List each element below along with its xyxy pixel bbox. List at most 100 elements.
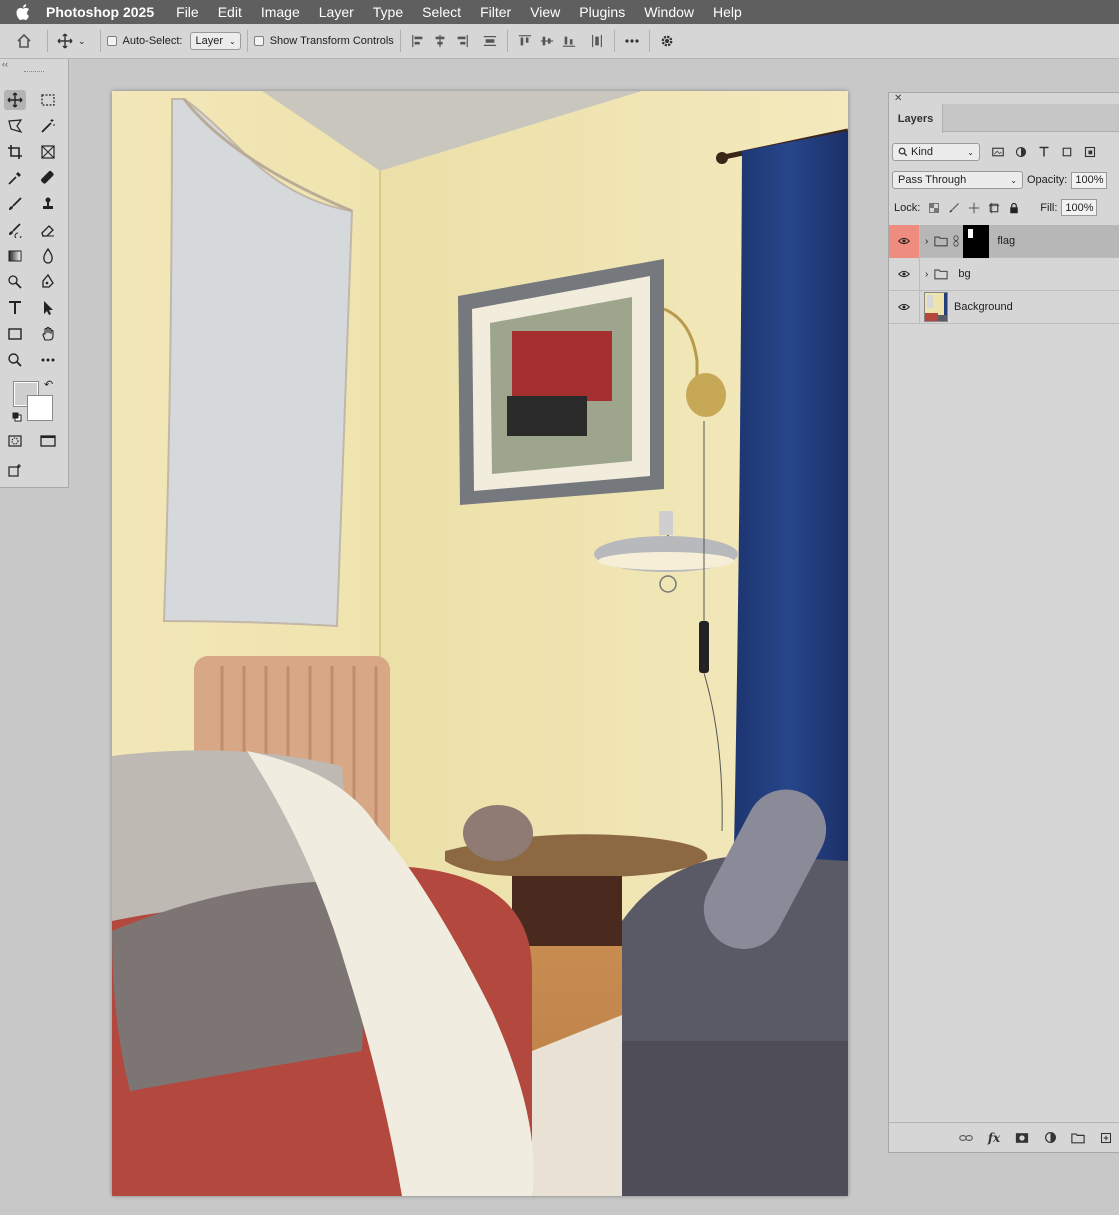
eraser-tool-icon[interactable]: [37, 220, 59, 240]
visibility-eye-icon[interactable]: [889, 257, 920, 291]
layer-filter-row: Kind ⌄: [892, 143, 1096, 161]
filter-adjustment-icon[interactable]: [1015, 146, 1027, 158]
default-colors-icon[interactable]: [12, 411, 22, 425]
clone-stamp-tool-icon[interactable]: [37, 194, 59, 214]
align-right-edges-icon[interactable]: [451, 30, 473, 52]
filter-type-icon[interactable]: [1038, 146, 1050, 158]
divider: [648, 30, 650, 52]
rectangular-marquee-tool-icon[interactable]: [37, 90, 59, 110]
align-left-edges-icon[interactable]: [407, 30, 429, 52]
menu-filter[interactable]: Filter: [480, 4, 511, 20]
panel-drag-handle[interactable]: [0, 69, 68, 75]
brush-tool-icon[interactable]: [4, 194, 26, 214]
swap-colors-icon[interactable]: ↶: [44, 378, 53, 391]
tab-layers[interactable]: Layers: [889, 104, 943, 133]
filter-kind-dropdown[interactable]: Kind ⌄: [892, 143, 980, 161]
expand-chevron-icon[interactable]: ›: [925, 269, 928, 280]
app-name-menu[interactable]: Photoshop 2025: [46, 4, 154, 20]
blur-tool-icon[interactable]: [37, 246, 59, 266]
visibility-eye-icon[interactable]: [889, 224, 920, 258]
menu-help[interactable]: Help: [713, 4, 742, 20]
new-adjustment-layer-icon[interactable]: [1042, 1130, 1058, 1146]
add-mask-icon[interactable]: [1014, 1130, 1030, 1146]
divider: [399, 30, 401, 52]
menu-layer[interactable]: Layer: [319, 4, 354, 20]
eyedropper-tool-icon[interactable]: [4, 168, 26, 188]
crop-tool-icon[interactable]: [4, 142, 26, 162]
fill-input[interactable]: 100%: [1061, 199, 1098, 216]
menu-edit[interactable]: Edit: [218, 4, 242, 20]
menu-view[interactable]: View: [530, 4, 560, 20]
close-panel-icon[interactable]: ✕: [889, 93, 1119, 104]
gear-icon[interactable]: [656, 30, 678, 52]
visibility-eye-icon[interactable]: [889, 290, 920, 324]
menu-select[interactable]: Select: [422, 4, 461, 20]
auto-select-checkbox[interactable]: [106, 36, 117, 46]
move-tool-icon[interactable]: [4, 90, 26, 110]
lasso-tool-icon[interactable]: [4, 116, 26, 136]
distribute-vertical-icon[interactable]: [479, 30, 501, 52]
magic-wand-tool-icon[interactable]: [37, 116, 59, 136]
layer-row-background[interactable]: Background: [889, 290, 1119, 324]
generative-fill-icon[interactable]: [4, 461, 26, 481]
lock-transparent-icon[interactable]: [928, 202, 940, 214]
layers-panel: ✕ Layers Kind ⌄ Pass Through ⌄ Opacity: …: [888, 92, 1119, 1153]
align-top-edges-icon[interactable]: [514, 30, 536, 52]
new-layer-icon[interactable]: [1098, 1130, 1114, 1146]
filter-shape-icon[interactable]: [1061, 146, 1073, 158]
apple-icon[interactable]: [0, 4, 46, 20]
quick-mask-icon[interactable]: [4, 431, 26, 451]
lock-all-icon[interactable]: [1008, 202, 1020, 214]
type-tool-icon[interactable]: [4, 298, 26, 318]
mask-link-icon[interactable]: [952, 235, 960, 247]
history-brush-tool-icon[interactable]: [4, 220, 26, 240]
filter-smart-object-icon[interactable]: [1084, 146, 1096, 158]
new-group-folder-icon[interactable]: [1070, 1130, 1086, 1146]
expand-chevron-icon[interactable]: ›: [925, 236, 928, 247]
opacity-input[interactable]: 100%: [1071, 171, 1108, 189]
align-bottom-edges-icon[interactable]: [558, 30, 580, 52]
menu-file[interactable]: File: [176, 4, 199, 20]
hand-tool-icon[interactable]: [37, 324, 59, 344]
screen-mode-icon[interactable]: [37, 431, 59, 451]
dodge-tool-icon[interactable]: [4, 272, 26, 292]
lock-artboard-icon[interactable]: [988, 202, 1000, 214]
background-color-swatch[interactable]: [27, 395, 53, 421]
menu-window[interactable]: Window: [644, 4, 694, 20]
healing-brush-tool-icon[interactable]: [37, 168, 59, 188]
rectangle-tool-icon[interactable]: [4, 324, 26, 344]
blend-row: Pass Through ⌄ Opacity: 100%: [892, 171, 1108, 189]
show-transform-checkbox[interactable]: [253, 36, 264, 46]
menu-type[interactable]: Type: [373, 4, 403, 20]
collapse-panel-icon[interactable]: ‹‹: [0, 59, 68, 69]
auto-select-dropdown[interactable]: Layer ⌄: [190, 32, 241, 50]
link-layers-icon[interactable]: [958, 1130, 974, 1146]
document-canvas[interactable]: [112, 91, 848, 1196]
move-tool-icon[interactable]: [54, 30, 76, 52]
zoom-tool-icon[interactable]: [4, 350, 26, 370]
frame-tool-icon[interactable]: [37, 142, 59, 162]
tool-preset-chevron-down-icon[interactable]: ⌄: [78, 36, 86, 47]
more-options-icon[interactable]: [621, 30, 643, 52]
filter-pixel-icon[interactable]: [992, 146, 1004, 158]
align-horizontal-centers-icon[interactable]: [429, 30, 451, 52]
home-icon[interactable]: [13, 30, 35, 52]
distribute-horizontal-icon[interactable]: [586, 30, 608, 52]
pen-tool-icon[interactable]: [37, 272, 59, 292]
blend-mode-dropdown[interactable]: Pass Through ⌄: [892, 171, 1023, 189]
layer-effects-icon[interactable]: fx: [986, 1130, 1002, 1146]
gradient-tool-icon[interactable]: [4, 246, 26, 266]
lock-pixels-icon[interactable]: [948, 202, 960, 214]
folder-icon: [934, 269, 948, 280]
more-tools-icon[interactable]: [37, 350, 59, 370]
menu-image[interactable]: Image: [261, 4, 300, 20]
path-selection-tool-icon[interactable]: [37, 298, 59, 318]
chevron-down-icon: ⌄: [1010, 175, 1017, 185]
lock-position-icon[interactable]: [968, 202, 980, 214]
layer-row-flag[interactable]: › flag: [889, 224, 1119, 258]
layer-row-bg[interactable]: › bg: [889, 257, 1119, 291]
layer-mask-thumbnail[interactable]: [963, 224, 990, 258]
align-vertical-centers-icon[interactable]: [536, 30, 558, 52]
menu-plugins[interactable]: Plugins: [579, 4, 625, 20]
chevron-down-icon: ⌄: [967, 147, 974, 157]
